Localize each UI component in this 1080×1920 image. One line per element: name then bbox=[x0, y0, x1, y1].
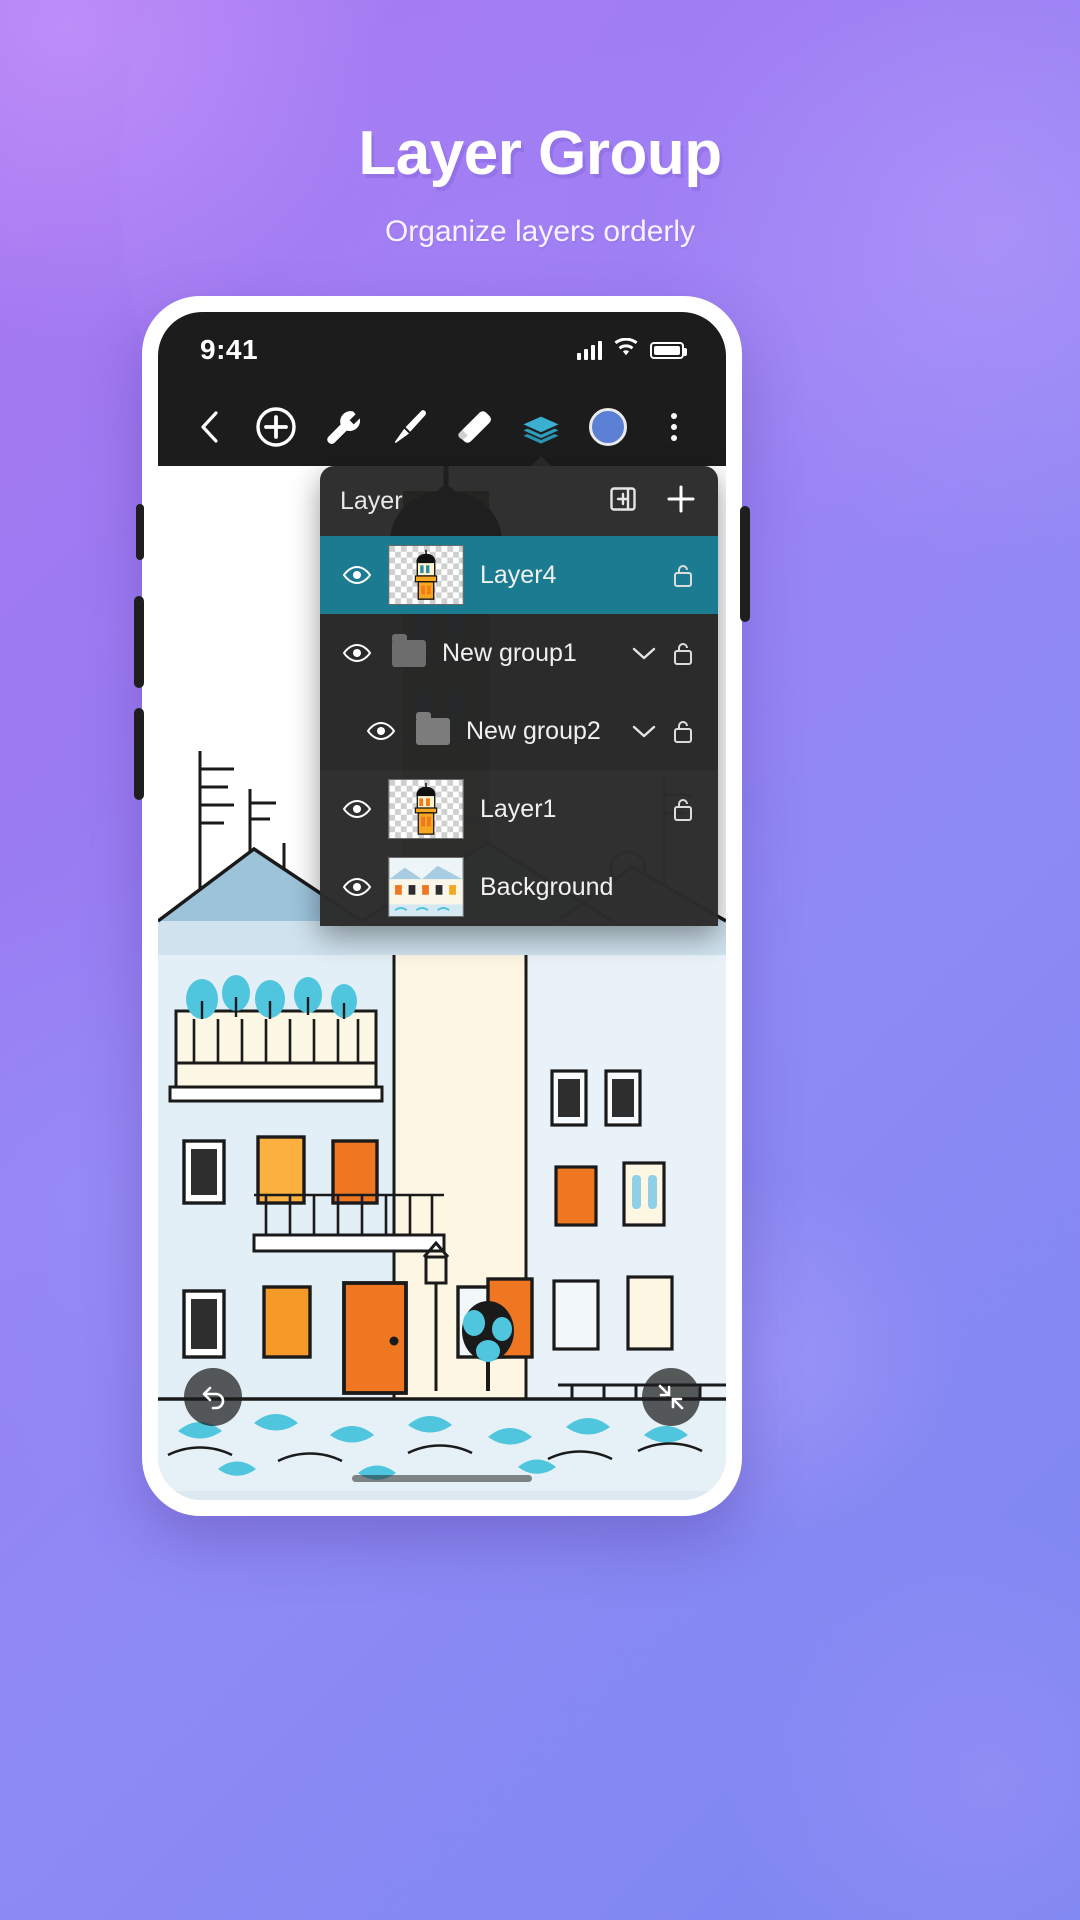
layers-icon[interactable] bbox=[515, 401, 567, 469]
visibility-toggle-icon[interactable] bbox=[340, 799, 374, 819]
cellular-signal-icon bbox=[577, 340, 602, 360]
color-swatch[interactable] bbox=[582, 401, 634, 453]
back-icon[interactable] bbox=[184, 401, 236, 453]
phone-volume-down-button bbox=[134, 708, 144, 800]
layer-row-new-group1[interactable]: New group1 bbox=[320, 614, 718, 692]
chevron-down-icon[interactable] bbox=[630, 723, 658, 739]
lock-toggle-icon[interactable] bbox=[668, 562, 698, 588]
battery-full-icon bbox=[650, 341, 687, 359]
page-subtitle: Organize layers orderly bbox=[384, 215, 696, 248]
layer-name: New group2 bbox=[466, 716, 601, 745]
layer-row-background[interactable]: Background bbox=[320, 848, 718, 926]
layer-panel-actions bbox=[608, 482, 698, 521]
wifi-icon bbox=[614, 337, 638, 362]
folder-icon bbox=[416, 711, 450, 745]
chevron-down-icon[interactable] bbox=[630, 645, 658, 661]
add-icon[interactable] bbox=[250, 401, 302, 453]
layer-name: Layer4 bbox=[480, 560, 557, 589]
folder-icon bbox=[392, 633, 426, 667]
layer-thumbnail bbox=[388, 857, 464, 917]
app-toolbar bbox=[158, 388, 726, 469]
status-bar: 9:41 bbox=[158, 312, 726, 388]
status-icons bbox=[577, 337, 687, 362]
undo-button[interactable] bbox=[184, 1368, 242, 1426]
layer-panel-header: Layer bbox=[320, 466, 718, 536]
add-group-icon[interactable] bbox=[608, 484, 638, 519]
background-blob-bottom-right bbox=[730, 1520, 1080, 1920]
more-icon[interactable] bbox=[648, 401, 700, 453]
undo-icon bbox=[202, 1386, 225, 1410]
layer-row-new-group2[interactable]: New group2 bbox=[320, 692, 718, 770]
brush-icon[interactable] bbox=[383, 401, 435, 453]
visibility-toggle-icon[interactable] bbox=[364, 721, 398, 741]
lock-toggle-icon[interactable] bbox=[668, 796, 698, 822]
status-time: 9:41 bbox=[200, 334, 259, 365]
home-indicator bbox=[352, 1475, 532, 1482]
layer-thumbnail bbox=[388, 779, 464, 839]
layer-name: Background bbox=[480, 872, 614, 901]
layer-panel: Layer Layer4 New group1 New group2 Layer… bbox=[320, 466, 718, 926]
visibility-toggle-icon[interactable] bbox=[340, 877, 374, 897]
phone-volume-up-button bbox=[134, 596, 144, 688]
eraser-icon[interactable] bbox=[449, 401, 501, 453]
add-layer-icon[interactable] bbox=[664, 482, 698, 521]
layer-row-layer1[interactable]: Layer1 bbox=[320, 770, 718, 848]
phone-screen: 9:41 Layer Layer4 New group1 New group2 … bbox=[158, 312, 726, 1500]
phone-silent-switch bbox=[136, 504, 144, 560]
visibility-toggle-icon[interactable] bbox=[340, 643, 374, 663]
layer-panel-title: Layer bbox=[340, 486, 403, 515]
hero-header: Layer Group Organize layers orderly bbox=[0, 118, 1080, 249]
layer-thumbnail bbox=[388, 545, 464, 605]
page-title: Layer Group bbox=[358, 119, 722, 188]
layer-name: Layer1 bbox=[480, 794, 557, 823]
phone-power-button bbox=[740, 506, 750, 622]
layer-row-layer4[interactable]: Layer4 bbox=[320, 536, 718, 614]
lock-toggle-icon[interactable] bbox=[668, 640, 698, 666]
phone-mockup: 9:41 Layer Layer4 New group1 New group2 … bbox=[134, 296, 750, 1516]
fit-screen-icon bbox=[658, 1384, 684, 1410]
layer-name: New group1 bbox=[442, 638, 577, 667]
layer-rows: Layer4 New group1 New group2 Layer1 Back… bbox=[320, 536, 718, 926]
visibility-toggle-icon[interactable] bbox=[340, 565, 374, 585]
lock-toggle-icon[interactable] bbox=[668, 718, 698, 744]
wrench-icon[interactable] bbox=[317, 401, 369, 453]
fit-screen-button[interactable] bbox=[642, 1368, 700, 1426]
